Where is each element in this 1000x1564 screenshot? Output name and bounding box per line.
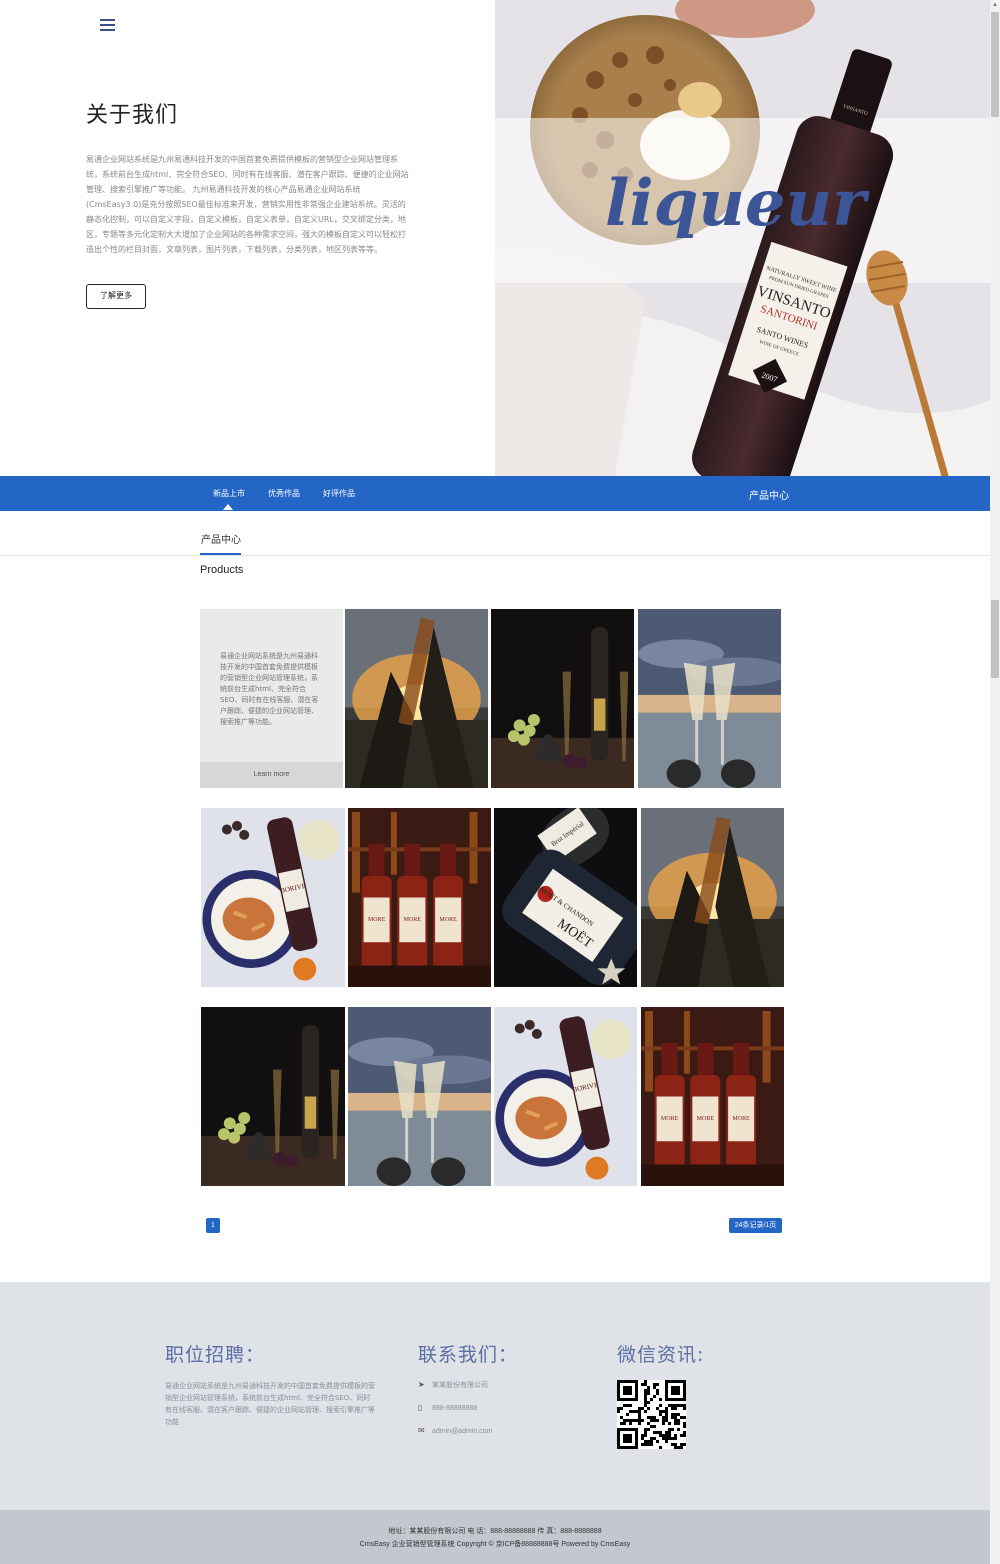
product-tile-champagne-grapes[interactable]	[201, 1007, 345, 1186]
svg-text:MORE: MORE	[732, 1116, 750, 1122]
about-text: 易通企业网站系统是九州易通科技开发的中国首套免费提供模板的营销型企业网站管理系统…	[86, 155, 409, 254]
product-image: BORIVE	[201, 808, 345, 987]
hero-section: 关于我们 易通企业网站系统是九州易通科技开发的中国首套免费提供模板的营销型企业网…	[0, 0, 1000, 476]
svg-text:MORE: MORE	[404, 917, 422, 923]
product-image	[201, 1007, 345, 1186]
section-tab-products[interactable]: 产品中心	[201, 531, 241, 546]
product-tile-beach-glasses[interactable]	[638, 609, 781, 788]
address-line: 地址：某某股份有限公司 电 话：888-88888888 传 真：888-888…	[388, 1528, 602, 1535]
about-title: 关于我们	[86, 103, 179, 128]
copyright-line: CmsEasy 企业营销型管理系统 Copyright © 京ICP备88888…	[359, 1541, 631, 1548]
hamburger-menu-icon[interactable]	[100, 19, 115, 32]
qr-code-icon	[617, 1380, 686, 1449]
nav-tab-new-arrivals[interactable]: 新品上市	[213, 488, 245, 499]
page-scrollbar[interactable]: ▲	[990, 0, 1000, 1564]
nav-tab-excellent-works[interactable]: 优秀作品	[268, 488, 300, 499]
liqueur-script-text: liqueur	[605, 166, 870, 241]
nav-tab-praised-works[interactable]: 好评作品	[323, 488, 355, 499]
learn-more-link[interactable]: Learn more	[200, 762, 343, 788]
phone-icon: ▯	[418, 1403, 423, 1412]
category-navbar: 新品上市 优秀作品 好评作品 产品中心	[0, 476, 990, 511]
product-image	[638, 609, 781, 788]
product-tile-moet-bottle[interactable]: Brut Impérial MOËT & CHANDON MOËT	[494, 808, 637, 987]
product-image	[348, 1007, 491, 1186]
copyright-bar: 地址：某某股份有限公司 电 话：888-88888888 传 真：888-888…	[0, 1510, 990, 1564]
navbar-section-title: 产品中心	[749, 491, 789, 502]
scrollbar-thumb[interactable]	[991, 12, 999, 117]
wechat-title: 微信资讯:	[617, 1344, 705, 1366]
product-image	[641, 808, 784, 987]
product-tile-bar-bottles[interactable]: MORE MORE MORE	[348, 808, 491, 987]
jobs-text: 易通企业网站系统是九州易通科技开发的中国首套免费提供模板的营销型企业网站管理系统…	[165, 1382, 375, 1426]
jobs-title: 职位招聘：	[165, 1344, 266, 1366]
contact-email[interactable]: ✉ admin@admin.com	[418, 1426, 492, 1435]
products-heading: Products	[200, 564, 244, 576]
scroll-up-arrow-icon[interactable]: ▲	[990, 0, 1000, 10]
pagination-summary: 24条记录/1页	[729, 1218, 782, 1233]
product-tile-beach-glasses[interactable]	[348, 1007, 491, 1186]
product-tile-wine-pasta[interactable]: BORIVE	[494, 1007, 637, 1186]
learn-more-button[interactable]: 了解更多	[86, 284, 146, 309]
svg-text:MORE: MORE	[439, 917, 457, 923]
intro-tile: 易通企业网站系统是九州易通科技开发的中国首套免费提供模板的营销型企业网站管理系统…	[200, 609, 343, 788]
liqueur-banner-illustration: NATURALLY SWEET WINE FROM SUN DRIED GRAP…	[495, 0, 990, 476]
product-image: BORIVE	[494, 1007, 637, 1186]
product-image: MORE MORE MORE	[641, 1007, 784, 1186]
contact-company: ➤ 某某股份有限公司	[418, 1380, 488, 1389]
product-image: MORE MORE MORE	[348, 808, 491, 987]
svg-text:MORE: MORE	[697, 1116, 715, 1122]
product-tile-sunset-toast[interactable]	[345, 609, 488, 788]
product-image	[491, 609, 634, 788]
scrollbar-thumb-secondary[interactable]	[991, 600, 999, 678]
product-tile-bar-bottles[interactable]: MORE MORE MORE	[641, 1007, 784, 1186]
product-tile-wine-pasta[interactable]: BORIVE	[201, 808, 345, 987]
product-image: Brut Impérial MOËT & CHANDON MOËT	[494, 808, 637, 987]
product-image	[345, 609, 488, 788]
footer: 职位招聘： 易通企业网站系统是九州易通科技开发的中国首套免费提供模板的营销型企业…	[0, 1282, 990, 1510]
mail-icon: ✉	[418, 1426, 425, 1435]
svg-text:MORE: MORE	[368, 917, 386, 923]
product-tile-champagne-grapes[interactable]	[491, 609, 634, 788]
section-divider	[0, 555, 990, 556]
active-tab-caret-icon	[223, 504, 233, 510]
intro-tile-text: 易通企业网站系统是九州易通科技开发的中国首套免费提供模板的营销型企业网站管理系统…	[220, 652, 319, 726]
pagination-page-1[interactable]: 1	[206, 1218, 220, 1233]
contact-title: 联系我们：	[418, 1344, 519, 1366]
svg-text:MORE: MORE	[661, 1116, 679, 1122]
hero-banner-image: NATURALLY SWEET WINE FROM SUN DRIED GRAP…	[495, 0, 990, 476]
product-tile-sunset-toast[interactable]	[641, 808, 784, 987]
contact-phone: ▯ 888-88888888	[418, 1403, 478, 1412]
about-panel: 关于我们 易通企业网站系统是九州易通科技开发的中国首套免费提供模板的营销型企业网…	[0, 0, 495, 476]
send-icon: ➤	[418, 1380, 425, 1389]
